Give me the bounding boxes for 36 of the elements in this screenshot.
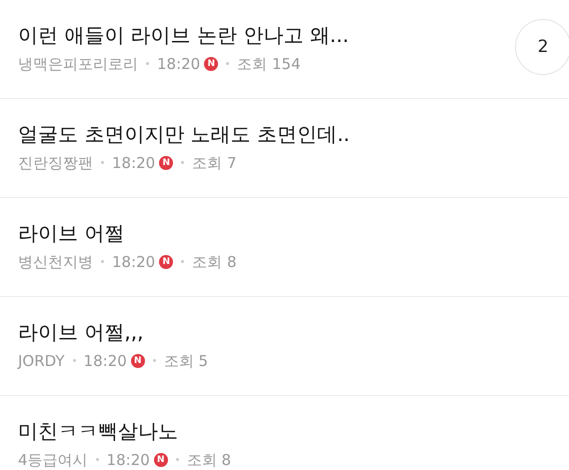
view-count: 조회 154 <box>237 54 301 74</box>
post-time: 18:20 <box>112 252 156 272</box>
post-time: 18:20 <box>84 350 127 372</box>
author-name: 병신천지병 <box>18 252 93 272</box>
post-title[interactable]: 얼굴도 초면이지만 노래도 초면인데.. <box>18 118 350 148</box>
new-badge: N <box>159 254 174 268</box>
view-count: 조회 7 <box>192 152 237 174</box>
separator-dot <box>146 62 149 65</box>
post-title[interactable]: 라이브 어쩔,,, <box>18 316 208 346</box>
separator-dot <box>72 359 76 362</box>
post-time: 18:20 <box>106 450 150 470</box>
separator-dot <box>181 161 184 164</box>
separator-dot <box>152 359 156 362</box>
post-time: 18:20 <box>157 54 200 74</box>
view-count: 조회 8 <box>192 252 237 272</box>
post-title[interactable]: 미친ㅋㅋ빽살나노 <box>18 416 232 446</box>
post-title[interactable]: 라이브 어쩔 <box>18 218 237 248</box>
view-count: 조회 5 <box>164 350 208 372</box>
new-badge: N <box>204 56 218 70</box>
author-name: JORDY <box>18 350 65 372</box>
new-badge: N <box>154 452 168 466</box>
separator-dot <box>181 260 184 263</box>
comment-count[interactable]: 2 <box>515 19 569 75</box>
separator-dot <box>101 260 104 263</box>
new-badge: N <box>159 156 174 170</box>
separator-dot <box>96 458 99 461</box>
post-time: 18:20 <box>112 152 156 174</box>
separator-dot <box>101 161 104 164</box>
author-name: 진란징짱팬 <box>18 152 93 174</box>
new-badge: N <box>130 354 145 368</box>
separator-dot <box>176 458 179 461</box>
separator-dot <box>226 62 230 65</box>
author-name: 4등급여시 <box>18 450 88 470</box>
view-count: 조회 8 <box>186 450 232 470</box>
post-title[interactable]: 이런 애들이 라이브 논란 안나고 왜... <box>18 20 349 50</box>
author-name: 냉맥은피포리로리 <box>18 54 138 74</box>
